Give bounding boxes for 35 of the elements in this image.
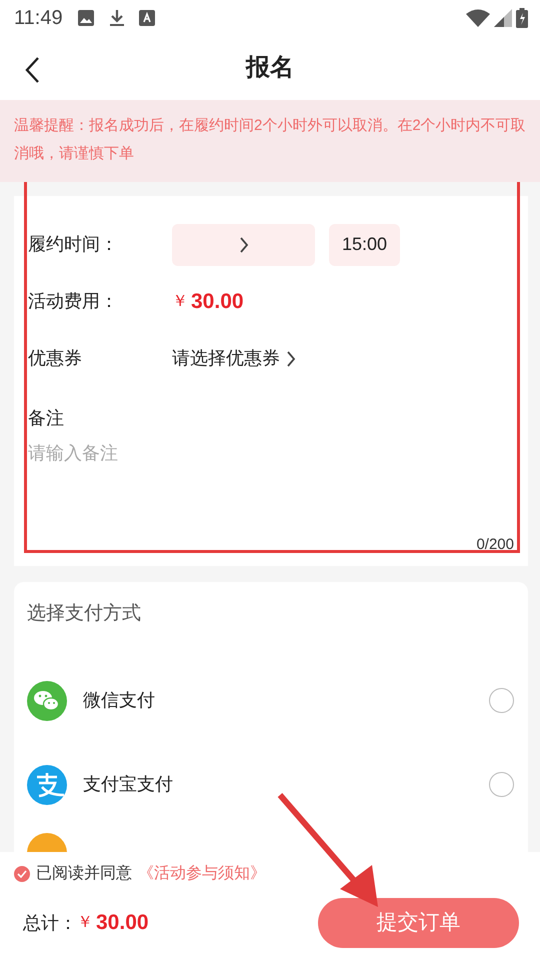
section-title: 选择支付方式 [27,602,142,626]
fee-amount: 30.00 [191,288,244,315]
time-picker[interactable]: 15:00 [329,224,400,266]
chat-bubbles-icon [27,680,67,720]
total-amount: 30.00 [96,910,149,936]
field-label: 活动费用： [28,290,119,313]
char-counter: 0/200 [475,535,514,555]
text-icon [138,10,155,26]
battery-icon [516,8,528,28]
image-icon [76,9,95,27]
page-title: 报名 [246,53,294,83]
notice-text: 温馨提醒：报名成功后，在履约时间2个小时外可以取消。在2个小时内不可取消哦，请谨慎下单 [0,100,540,182]
wifi-icon [466,9,490,27]
field-label: 履约时间： [28,233,119,256]
currency-sign: ￥ [172,292,188,312]
back-icon [24,56,40,84]
payment-label: 微信支付 [83,689,156,712]
radio-button[interactable] [489,688,514,713]
currency-sign: ￥ [77,913,93,933]
agree-checkbox[interactable] [14,866,30,882]
remark-label: 备注 [28,407,65,430]
radio-button[interactable] [489,772,514,797]
date-picker[interactable] [172,224,315,266]
coupon-selector[interactable]: 请选择优惠券 [172,345,296,372]
status-time: 11:49 [14,6,63,31]
payment-label: 支付宝支付 [83,773,174,796]
total-label: 总计： [23,912,77,934]
check-icon [17,870,27,878]
agreement-text: 已阅读并同意 [36,864,132,884]
field-label: 优惠券 [28,347,83,370]
chevron-right-icon [238,236,248,254]
download-icon [108,9,125,27]
pay-logo-icon [27,764,67,804]
chevron-right-icon [286,350,296,368]
signal-icon [494,9,512,27]
